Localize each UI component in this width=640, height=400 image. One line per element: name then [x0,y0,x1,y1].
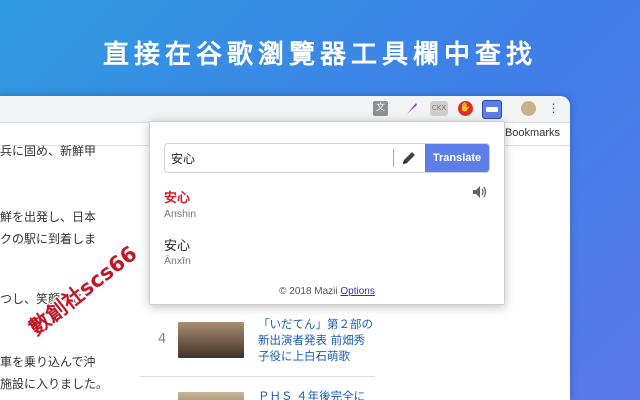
headline: 直接在谷歌瀏覽器工具欄中查找 [102,40,537,70]
result-reading: Anshin [164,208,197,220]
options-link[interactable]: Options [340,286,374,297]
browser-toolbar: 文 CKX ✋ ⋮ [0,96,570,123]
mazii-icon[interactable] [482,100,502,119]
article-line: 鮮を出発し、日本 [0,210,97,224]
search-separator [393,149,394,167]
speaker-icon[interactable] [472,184,488,198]
other-bookmarks-link[interactable]: r Bookmarks [498,127,560,139]
result-reading: Ānxīn [164,255,191,267]
stop-hand-icon[interactable]: ✋ [458,101,473,116]
article-line: クの駅に到着しま [0,232,97,246]
article-line: 施設に入りました。 [0,377,109,391]
news-rank-number: 4 [158,332,167,347]
news-thumbnail[interactable] [178,322,244,358]
news-title-line[interactable]: 新出演者発表 前畑秀 [258,332,365,348]
news-divider [140,376,375,377]
search-input[interactable] [171,148,389,168]
translate-icon[interactable]: 文 [373,101,388,116]
article-line: 車を乗り込んで沖 [0,355,96,369]
translate-button[interactable]: Translate [425,144,489,172]
news-title-line[interactable]: 子役に上白石萌歌 [258,348,350,364]
ckx-icon[interactable]: CKX [430,101,448,116]
mazii-popup: Translate 安心 Anshin 安心 Ānxīn © 2018 Mazi… [149,121,505,305]
result-word[interactable]: 安心 [164,187,190,206]
feather-icon[interactable] [404,101,419,116]
more-icon[interactable]: ⋮ [546,101,561,116]
search-box: Translate [164,143,490,173]
news-title-line[interactable]: ＰＨＳ ４年後完全に [258,388,365,400]
article-line: 兵に固め、新鮮甲 [0,144,97,158]
avatar[interactable] [521,101,536,116]
result-word[interactable]: 安心 [164,235,190,254]
news-title-line[interactable]: 「いだてん」第２部の [258,316,373,332]
footer-copyright: © 2018 Mazii [279,286,338,297]
news-thumbnail[interactable] [178,392,244,400]
popup-footer: © 2018 Mazii Options [150,286,504,297]
pencil-icon[interactable] [399,148,419,168]
